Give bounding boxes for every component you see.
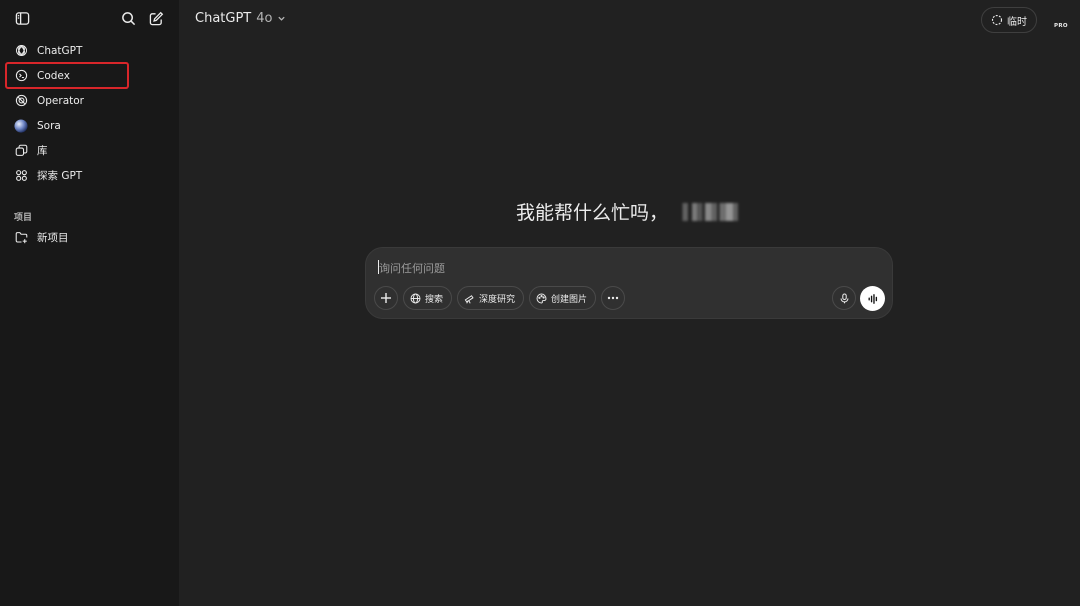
globe-icon (410, 293, 421, 304)
sidebar-item-label: 探索 GPT (37, 170, 83, 182)
composer-tools: 搜索 深度研究 创建图片 (374, 286, 626, 310)
chevron-down-icon (277, 14, 286, 23)
search-button[interactable]: 搜索 (403, 286, 453, 310)
sidebar-item-label: Codex (37, 69, 70, 82)
sidebar-item-label: 新项目 (37, 232, 69, 244)
deep-research-button[interactable]: 深度研究 (457, 286, 525, 310)
create-image-button[interactable]: 创建图片 (529, 286, 597, 310)
add-attachment-button[interactable] (374, 286, 398, 310)
operator-icon (14, 94, 28, 108)
temporary-chat-icon (991, 14, 1003, 26)
openai-logo-icon (14, 44, 28, 58)
sidebar-item-explore-gpt[interactable]: 探索 GPT (6, 163, 173, 188)
search-icon[interactable] (121, 11, 137, 27)
sidebar-item-operator[interactable]: Operator (6, 88, 173, 113)
deep-research-label: 深度研究 (479, 294, 516, 305)
sidebar-item-new-project[interactable]: 新项目 (6, 225, 173, 250)
model-name: ChatGPT (195, 11, 252, 26)
sidebar-nav: ChatGPT Codex Operator Sora 库 探索 GPT (5, 38, 173, 188)
library-icon (14, 144, 28, 158)
telescope-icon (464, 293, 475, 304)
sidebar-toolbar (0, 0, 179, 38)
grid-icon (14, 169, 28, 183)
sidebar-item-label: Sora (37, 119, 61, 132)
sidebar-item-sora[interactable]: Sora (6, 113, 173, 138)
voice-waveform-icon (867, 293, 879, 305)
composer[interactable]: 询问任何问题 搜索 深度研究 创建图片 (365, 247, 893, 319)
projects-section-label: 项目 (14, 213, 33, 223)
more-horizontal-icon (607, 292, 619, 304)
plus-icon (380, 292, 392, 304)
temporary-chat-button[interactable]: 临时 (981, 7, 1037, 33)
temporary-chat-label: 临时 (1007, 16, 1027, 28)
codex-icon (14, 69, 28, 83)
greeting-text: 我能帮什么忙吗， (515, 202, 668, 224)
sidebar-item-label: 库 (37, 145, 48, 157)
create-image-label: 创建图片 (551, 294, 588, 305)
toggle-sidebar-icon[interactable] (15, 11, 31, 27)
model-version: 4o (256, 11, 273, 26)
model-selector[interactable]: ChatGPT 4o (195, 11, 286, 26)
sidebar-item-codex[interactable]: Codex (5, 62, 129, 89)
sidebar: ChatGPT Codex Operator Sora 库 探索 GPT 项目 … (0, 0, 179, 606)
sidebar-item-chatgpt[interactable]: ChatGPT (6, 38, 173, 63)
greeting: 我能帮什么忙吗， (365, 198, 893, 225)
microphone-icon (839, 293, 850, 304)
pro-badge: PRO (1054, 23, 1068, 29)
voice-mode-button[interactable] (860, 286, 885, 311)
blurred-username (676, 202, 742, 221)
sidebar-item-library[interactable]: 库 (6, 138, 173, 163)
prompt-input[interactable]: 询问任何问题 (379, 260, 445, 276)
search-button-label: 搜索 (425, 294, 444, 305)
more-tools-button[interactable] (601, 286, 626, 310)
sora-icon (14, 118, 28, 133)
palette-icon (536, 293, 547, 304)
dictate-button[interactable] (832, 286, 856, 310)
new-chat-icon[interactable] (149, 11, 165, 27)
sidebar-item-label: ChatGPT (37, 44, 83, 57)
sidebar-item-label: Operator (37, 94, 84, 107)
folder-plus-icon (14, 231, 28, 245)
